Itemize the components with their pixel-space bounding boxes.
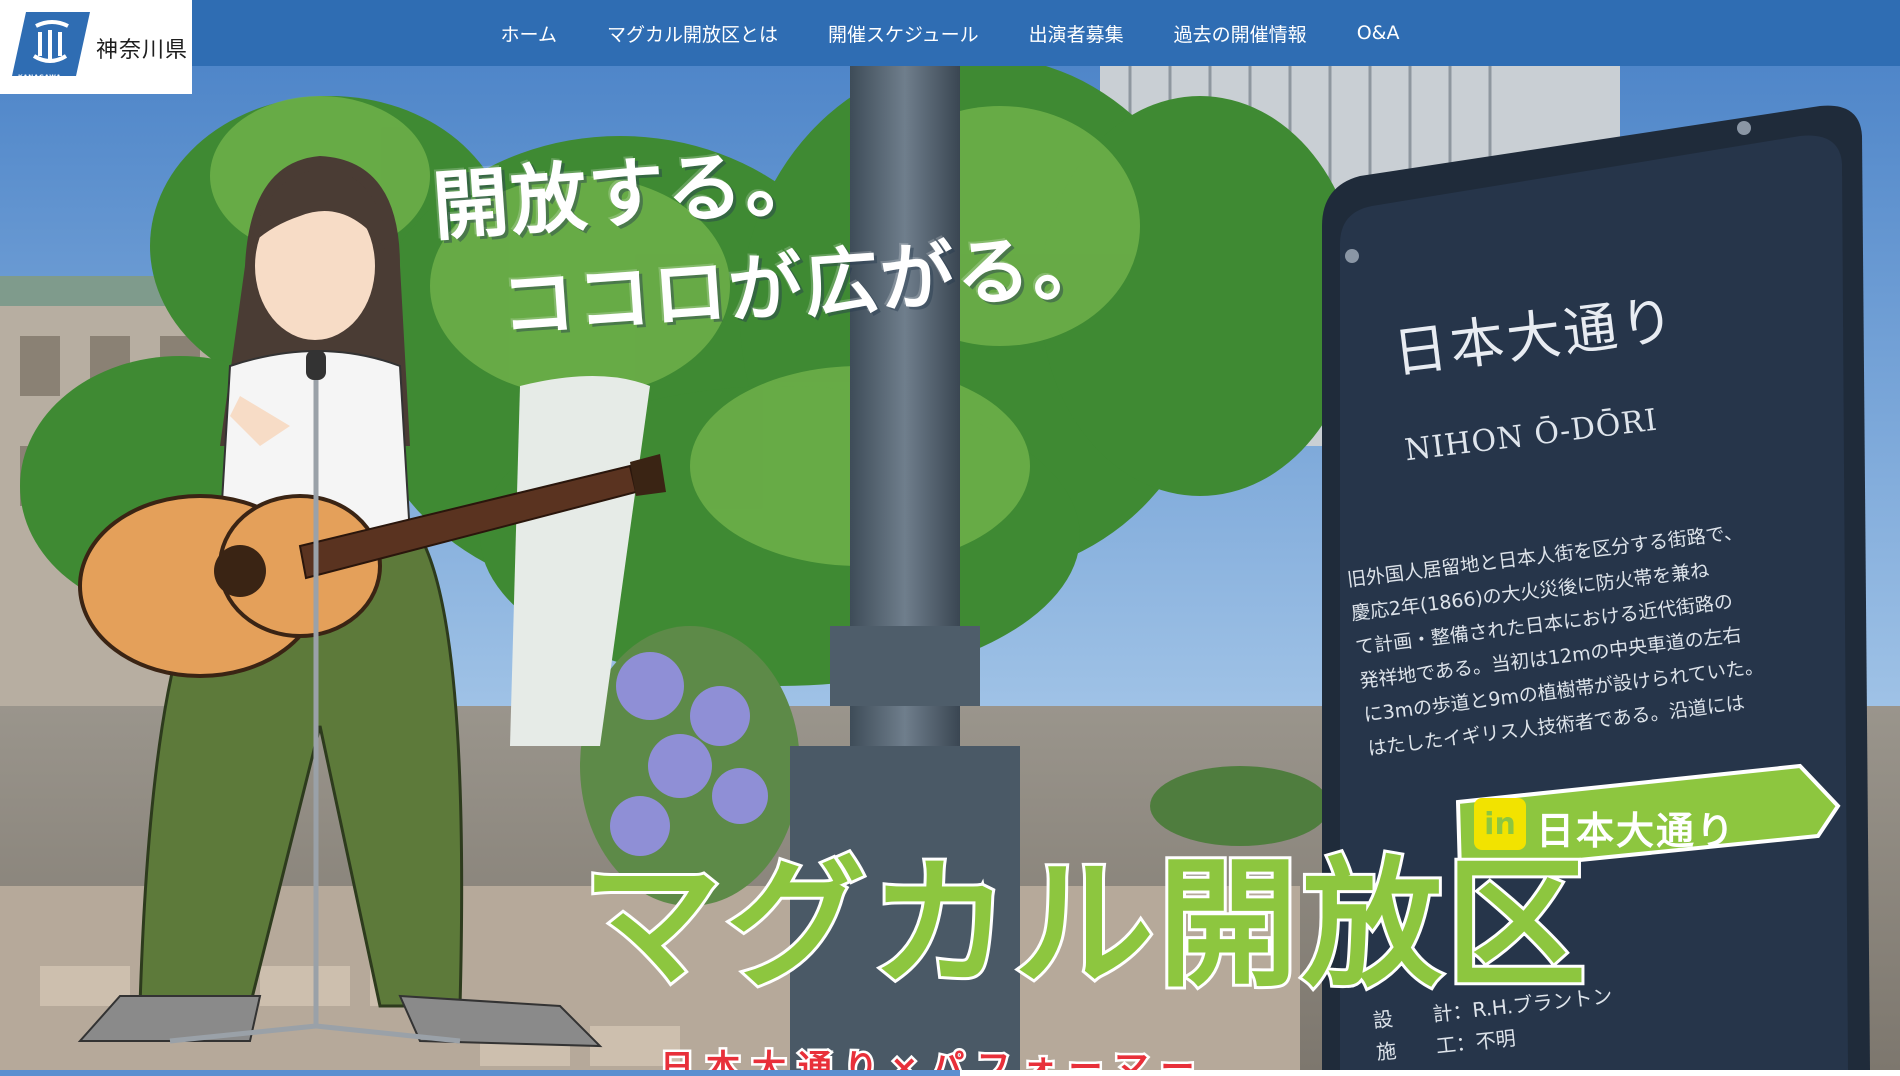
nav-schedule[interactable]: 開催スケジュール (828, 20, 979, 47)
nav-qa[interactable]: O&A (1357, 22, 1400, 44)
brand-sub: KANAGAWA (18, 74, 62, 81)
site-header: 神奈川県 KANAGAWA ホーム マグカル開放区とは 開催スケジュール 出演者… (0, 0, 1900, 94)
main-nav: ホーム マグカル開放区とは 開催スケジュール 出演者募集 過去の開催情報 O&A (0, 0, 1900, 66)
kanagawa-logo[interactable]: 神奈川県 KANAGAWA (0, 0, 192, 94)
hero-banner: 開放する。 ココロが広がる。 日本大通り NIHON Ō-DŌRI 旧外国人居留… (0, 66, 1900, 1070)
kanagawa-emblem-icon (12, 12, 90, 76)
brand-name: 神奈川県 (96, 38, 189, 63)
event-title: マグカル開放区 (579, 841, 1591, 1010)
next-section-edge (0, 1070, 1900, 1076)
nav-performer-recruit[interactable]: 出演者募集 (1029, 20, 1124, 47)
event-tagline: 日本大通り×パフォーマー (658, 1046, 1207, 1071)
nav-about[interactable]: マグカル開放区とは (607, 20, 778, 47)
nav-home[interactable]: ホーム (501, 20, 557, 47)
nav-past-events[interactable]: 過去の開催情報 (1174, 20, 1307, 47)
